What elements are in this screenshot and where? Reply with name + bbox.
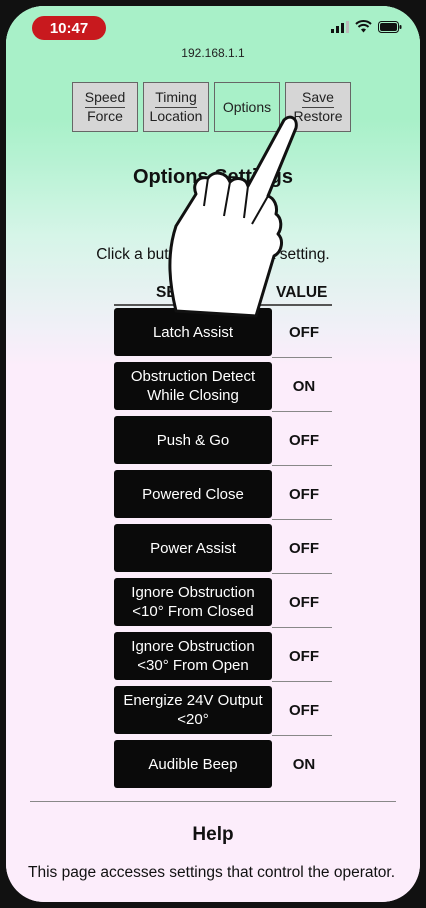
tab-label-line1: Save <box>302 89 334 108</box>
setting-value: OFF <box>289 593 319 611</box>
setting-button-power-assist[interactable]: Power Assist <box>114 524 272 572</box>
setting-value: OFF <box>289 701 319 719</box>
setting-button-powered-close[interactable]: Powered Close <box>114 470 272 518</box>
setting-value: OFF <box>289 647 319 665</box>
wifi-icon <box>355 20 372 33</box>
setting-value: OFF <box>289 539 319 557</box>
row-divider <box>272 735 332 736</box>
status-icons <box>331 20 402 33</box>
setting-button-obstruction-detect[interactable]: Obstruction Detect While Closing <box>114 362 272 410</box>
settings-row: Push & Go OFF <box>114 414 332 466</box>
help-text: This page accesses settings that control… <box>28 864 396 881</box>
setting-value: OFF <box>289 431 319 449</box>
row-divider <box>272 573 332 574</box>
settings-row: Power Assist OFF <box>114 522 332 574</box>
setting-button-push-and-go[interactable]: Push & Go <box>114 416 272 464</box>
setting-button-ignore-obstruction-closed[interactable]: Ignore Obstruction <10° From Closed <box>114 578 272 626</box>
browser-url[interactable]: 192.168.1.1 <box>6 46 420 60</box>
row-divider <box>272 357 332 358</box>
setting-value: OFF <box>289 485 319 503</box>
setting-button-ignore-obstruction-open[interactable]: Ignore Obstruction <30° From Open <box>114 632 272 680</box>
setting-value: ON <box>292 755 316 773</box>
help-heading: Help <box>192 824 234 845</box>
settings-row: Ignore Obstruction <30° From Open OFF <box>114 630 332 682</box>
row-divider <box>272 519 332 520</box>
settings-row: Obstruction Detect While Closing ON <box>114 360 332 412</box>
phone-screen: 10:47 192.168.1.1 Speed Force Timing Loc… <box>6 6 420 902</box>
section-divider <box>30 801 396 802</box>
row-divider <box>272 681 332 682</box>
status-bar: 10:47 192.168.1.1 <box>6 6 420 76</box>
hand-pointer-icon <box>168 115 298 318</box>
setting-value: ON <box>292 377 316 395</box>
settings-row: Energize 24V Output <20° OFF <box>114 684 332 736</box>
signal-icon <box>331 20 349 33</box>
tab-speed-force[interactable]: Speed Force <box>72 82 138 132</box>
battery-icon <box>378 20 402 33</box>
settings-row: Ignore Obstruction <10° From Closed OFF <box>114 576 332 628</box>
setting-button-audible-beep[interactable]: Audible Beep <box>114 740 272 788</box>
row-divider <box>272 627 332 628</box>
settings-row: Powered Close OFF <box>114 468 332 520</box>
tab-label-line1: Speed <box>84 89 126 108</box>
tab-label-line2: Force <box>87 108 123 124</box>
settings-row: Audible Beep ON <box>114 738 332 790</box>
row-divider <box>272 411 332 412</box>
status-time: 10:47 <box>32 16 106 40</box>
setting-button-energize-24v[interactable]: Energize 24V Output <20° <box>114 686 272 734</box>
row-divider <box>272 465 332 466</box>
